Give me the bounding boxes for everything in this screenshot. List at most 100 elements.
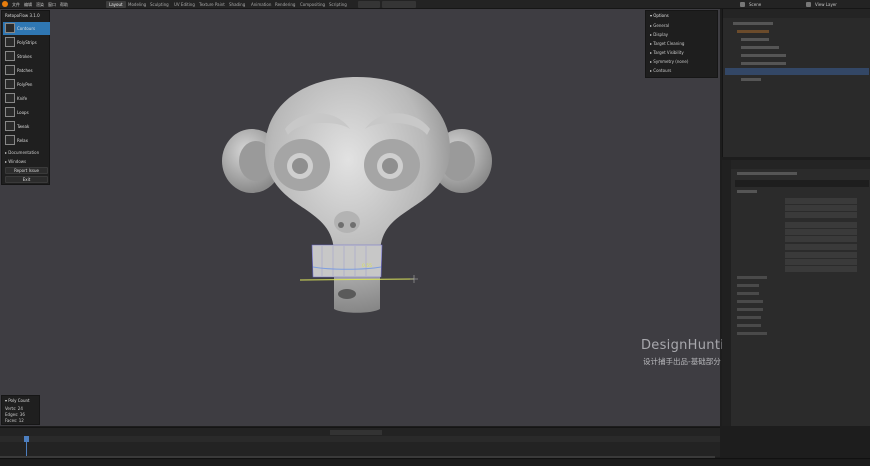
blender-logo-icon[interactable] xyxy=(2,1,8,7)
section-documentation[interactable]: ▸ Documentation xyxy=(5,150,39,155)
tool-label: Relax xyxy=(17,138,28,143)
object-name-field[interactable] xyxy=(735,180,869,187)
tab-modeling[interactable]: Modeling xyxy=(125,1,149,8)
collapsed-section[interactable] xyxy=(737,324,761,327)
rotation-y-field[interactable] xyxy=(785,229,857,235)
tab-animation[interactable]: Animation xyxy=(248,1,274,8)
option-contours[interactable]: ▸ Contours xyxy=(650,68,671,73)
patches-icon xyxy=(5,65,15,75)
scale-z-field[interactable] xyxy=(785,266,857,272)
transform-orientation-button[interactable] xyxy=(358,1,380,8)
option-label: Target Visibility xyxy=(653,50,684,55)
strokes-icon xyxy=(5,51,15,61)
tool-patches[interactable]: Patches xyxy=(3,64,50,77)
scale-y-field[interactable] xyxy=(785,259,857,265)
properties-header xyxy=(723,160,870,169)
option-symmetry[interactable]: ▸ Symmetry (none) xyxy=(650,59,688,64)
outliner-row[interactable] xyxy=(741,62,786,65)
tool-label: Contours xyxy=(17,26,36,31)
tool-polystrips[interactable]: PolyStrips xyxy=(3,36,50,49)
tool-contours[interactable]: Contours xyxy=(3,22,50,35)
option-target-cleaning[interactable]: ▸ Target Cleaning xyxy=(650,41,684,46)
location-x-field[interactable] xyxy=(785,198,857,204)
outliner-row[interactable] xyxy=(741,46,779,49)
outliner-row[interactable] xyxy=(737,30,769,33)
scene-icon xyxy=(740,2,745,7)
section-windows[interactable]: ▸ Windows xyxy=(5,159,26,164)
watermark-subtitle: 设计捕手出品-基础部分 xyxy=(643,357,721,366)
loops-icon xyxy=(5,107,15,117)
tool-label: Strokes xyxy=(17,54,32,59)
tool-strokes[interactable]: Strokes xyxy=(3,50,50,63)
outliner-row[interactable] xyxy=(741,78,761,81)
tool-knife[interactable]: Knife xyxy=(3,92,50,105)
tab-shading[interactable]: Shading xyxy=(226,1,248,8)
options-title-label: Options xyxy=(653,13,669,18)
collapsed-section[interactable] xyxy=(737,316,761,319)
tool-polypen[interactable]: PolyPen xyxy=(3,78,50,91)
poly-count-panel: ▾ Poly Count Verts: 24 Edges: 36 Faces: … xyxy=(1,395,40,425)
tab-compositing[interactable]: Compositing xyxy=(297,1,328,8)
collapsed-section[interactable] xyxy=(737,284,759,287)
3d-viewport[interactable]: 0.55 xyxy=(0,9,720,426)
menu-edit[interactable]: 编辑 xyxy=(24,2,32,8)
tool-loops[interactable]: Loops xyxy=(3,106,50,119)
retopoflow-panel: RetopoFlow 3.1.0 Contours PolyStrips Str… xyxy=(1,10,50,185)
option-label: Contours xyxy=(653,68,672,73)
tool-tweak[interactable]: Tweak xyxy=(3,120,50,133)
tool-label: PolyPen xyxy=(17,82,33,87)
tab-rendering[interactable]: Rendering xyxy=(272,1,298,8)
scene-name[interactable]: Scene xyxy=(749,2,761,7)
location-z-field[interactable] xyxy=(785,212,857,218)
tab-scripting[interactable]: Scripting xyxy=(326,1,350,8)
outliner-panel[interactable] xyxy=(722,9,870,157)
outliner-row[interactable] xyxy=(741,54,786,57)
tab-texture-paint[interactable]: Texture Paint xyxy=(196,1,228,8)
collapsed-section[interactable] xyxy=(737,292,759,295)
collapsed-section[interactable] xyxy=(737,276,767,279)
menu-help[interactable]: 帮助 xyxy=(60,2,68,8)
timeline-panel[interactable] xyxy=(0,427,720,458)
collapsed-section[interactable] xyxy=(737,332,767,335)
collapsed-section[interactable] xyxy=(737,308,763,311)
option-label: General xyxy=(653,23,670,28)
option-general[interactable]: ▸ General xyxy=(650,23,669,28)
rotation-x-field[interactable] xyxy=(785,222,857,228)
properties-tabs[interactable] xyxy=(722,160,731,426)
poly-count-title[interactable]: ▾ Poly Count xyxy=(5,398,30,403)
suzanne-mesh xyxy=(222,77,492,313)
tool-relax[interactable]: Relax xyxy=(3,134,50,147)
outliner-row[interactable] xyxy=(741,38,769,41)
outliner-row-selected[interactable] xyxy=(725,68,869,75)
top-menu-bar: 文件 编辑 渲染 窗口 帮助 Layout Modeling Sculpting… xyxy=(0,0,870,9)
tab-sculpting[interactable]: Sculpting xyxy=(147,1,172,8)
poly-count-title-label: Poly Count xyxy=(8,398,30,403)
menu-window[interactable]: 窗口 xyxy=(48,2,56,8)
menu-file[interactable]: 文件 xyxy=(12,2,20,8)
report-issue-button[interactable]: Report Issue xyxy=(5,167,48,174)
playback-controls[interactable] xyxy=(330,430,382,435)
frame-ruler[interactable] xyxy=(0,436,720,442)
panel-title: RetopoFlow 3.1.0 xyxy=(5,13,40,18)
tab-layout[interactable]: Layout xyxy=(106,1,126,8)
options-panel: ▾ Options ▸ General ▸ Display ▸ Target C… xyxy=(645,10,718,78)
rotation-z-field[interactable] xyxy=(785,236,857,242)
rotation-mode-dropdown[interactable] xyxy=(785,244,857,250)
option-display[interactable]: ▸ Display xyxy=(650,32,668,37)
snap-options-button[interactable] xyxy=(382,1,416,8)
view-layer-name[interactable]: View Layer xyxy=(815,2,837,7)
scale-x-field[interactable] xyxy=(785,252,857,258)
collapsed-section[interactable] xyxy=(737,300,763,303)
option-target-visibility[interactable]: ▸ Target Visibility xyxy=(650,50,684,55)
knife-icon xyxy=(5,93,15,103)
tool-label: Patches xyxy=(17,68,33,73)
polypen-icon xyxy=(5,79,15,89)
menu-render[interactable]: 渲染 xyxy=(36,2,44,8)
exit-button[interactable]: Exit xyxy=(5,176,48,183)
properties-panel[interactable] xyxy=(722,160,870,426)
tab-uv-editing[interactable]: UV Editing xyxy=(171,1,198,8)
properties-breadcrumb xyxy=(737,172,797,175)
location-y-field[interactable] xyxy=(785,205,857,211)
outliner-row[interactable] xyxy=(733,22,773,25)
options-title[interactable]: ▾ Options xyxy=(650,13,669,18)
